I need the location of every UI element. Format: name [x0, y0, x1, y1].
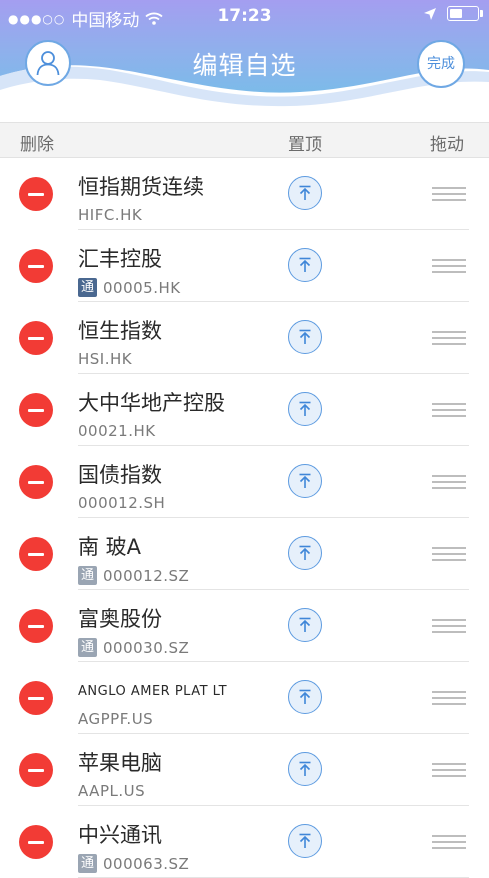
- location-arrow-icon: [424, 7, 436, 20]
- stock-code: 00005.HK: [103, 278, 181, 297]
- stock-name: ANGLO AMER PLAT LT: [78, 684, 228, 699]
- battery-icon: [447, 6, 483, 21]
- stock-row: 恒指期货连续 HIFC.HK: [0, 158, 489, 230]
- stock-name: 富奥股份: [78, 607, 162, 631]
- stock-connect-badge: 通: [78, 566, 97, 585]
- stock-code: 000012.SH: [78, 494, 166, 512]
- pin-to-top-icon: [299, 401, 311, 416]
- watchlist: 恒指期货连续 HIFC.HK 汇丰控股 通 00005.HK 恒生指数 HSI.…: [0, 158, 489, 878]
- stock-code: HIFC.HK: [78, 206, 143, 224]
- drag-handle-icon[interactable]: [432, 475, 466, 489]
- pin-to-top-icon: [299, 185, 311, 200]
- stock-row: 国债指数 000012.SH: [0, 446, 489, 518]
- stock-row: 汇丰控股 通 00005.HK: [0, 230, 489, 302]
- pin-to-top-icon: [299, 761, 311, 776]
- pin-to-top-button[interactable]: [288, 320, 322, 354]
- stock-code: HSI.HK: [78, 350, 133, 368]
- pin-to-top-button[interactable]: [288, 248, 322, 282]
- drag-handle-icon[interactable]: [432, 403, 466, 417]
- pin-to-top-button[interactable]: [288, 536, 322, 570]
- stock-code: 000063.SZ: [103, 854, 190, 873]
- stock-name: 中兴通讯: [78, 823, 162, 847]
- stock-row: 南 玻A 通 000012.SZ: [0, 518, 489, 590]
- status-time: 17:23: [217, 6, 272, 26]
- stock-row: 富奥股份 通 000030.SZ: [0, 590, 489, 662]
- stock-code: 00021.HK: [78, 422, 156, 440]
- pin-to-top-button[interactable]: [288, 176, 322, 210]
- done-button[interactable]: 完成: [417, 40, 465, 88]
- delete-button[interactable]: [19, 321, 53, 355]
- stock-name: 恒生指数: [78, 319, 162, 343]
- drag-handle-icon[interactable]: [432, 691, 466, 705]
- pin-to-top-button[interactable]: [288, 464, 322, 498]
- stock-connect-badge: 通: [78, 278, 97, 297]
- stock-code-line: 通 000012.SZ: [78, 566, 189, 585]
- drag-handle-icon[interactable]: [432, 835, 466, 849]
- pin-to-top-icon: [299, 833, 311, 848]
- delete-button[interactable]: [19, 393, 53, 427]
- stock-connect-badge: 通: [78, 638, 97, 657]
- pin-to-top-button[interactable]: [288, 608, 322, 642]
- stock-name: 汇丰控股: [78, 247, 162, 271]
- stock-row: 中兴通讯 通 000063.SZ: [0, 806, 489, 878]
- stock-code-line: 000012.SH: [78, 494, 165, 512]
- pin-to-top-icon: [299, 617, 311, 632]
- stock-row: 大中华地产控股 00021.HK: [0, 374, 489, 446]
- stock-name: 国债指数: [78, 463, 162, 487]
- stock-code: 000030.SZ: [103, 638, 190, 657]
- pin-to-top-icon: [299, 473, 311, 488]
- delete-button[interactable]: [19, 681, 53, 715]
- stock-code-line: AGPPF.US: [78, 710, 153, 728]
- drag-handle-icon[interactable]: [432, 259, 466, 273]
- pin-to-top-icon: [299, 545, 311, 560]
- pin-to-top-button[interactable]: [288, 680, 322, 714]
- column-header-bar: 删除 置顶 拖动: [0, 122, 489, 158]
- stock-code-line: 通 000063.SZ: [78, 854, 189, 873]
- drag-handle-icon[interactable]: [432, 547, 466, 561]
- drag-handle-icon[interactable]: [432, 187, 466, 201]
- drag-handle-icon[interactable]: [432, 619, 466, 633]
- delete-button[interactable]: [19, 825, 53, 859]
- delete-button[interactable]: [19, 177, 53, 211]
- stock-name: 恒指期货连续: [78, 175, 204, 199]
- pin-to-top-icon: [299, 329, 311, 344]
- stock-code: 000012.SZ: [103, 566, 190, 585]
- delete-button[interactable]: [19, 465, 53, 499]
- stock-code-line: HIFC.HK: [78, 206, 142, 224]
- stock-name: 大中华地产控股: [78, 391, 225, 415]
- column-pin-label: 置顶: [288, 135, 322, 155]
- stock-code-line: 00021.HK: [78, 422, 156, 440]
- stock-connect-badge: 通: [78, 854, 97, 873]
- stock-code: AGPPF.US: [78, 710, 154, 728]
- nav-header: ●●●○○ 中国移动 17:23 编辑自选 完成: [0, 0, 489, 122]
- delete-button[interactable]: [19, 609, 53, 643]
- delete-button[interactable]: [19, 753, 53, 787]
- stock-name: 苹果电脑: [78, 751, 162, 775]
- pin-to-top-button[interactable]: [288, 392, 322, 426]
- stock-code-line: AAPL.US: [78, 782, 145, 800]
- page-title: 编辑自选: [192, 51, 297, 80]
- delete-button[interactable]: [19, 249, 53, 283]
- drag-handle-icon[interactable]: [432, 331, 466, 345]
- pin-to-top-icon: [299, 257, 311, 272]
- drag-handle-icon[interactable]: [432, 763, 466, 777]
- stock-name: 南 玻A: [78, 535, 142, 559]
- stock-code-line: HSI.HK: [78, 350, 132, 368]
- stock-row: ANGLO AMER PLAT LT AGPPF.US: [0, 662, 489, 734]
- pin-to-top-button[interactable]: [288, 752, 322, 786]
- column-drag-label: 拖动: [430, 135, 464, 155]
- stock-code-line: 通 000030.SZ: [78, 638, 189, 657]
- stock-code: AAPL.US: [78, 782, 146, 800]
- pin-to-top-icon: [299, 689, 311, 704]
- status-bar: ●●●○○ 中国移动 17:23: [0, 0, 489, 32]
- delete-button[interactable]: [19, 537, 53, 571]
- pin-to-top-button[interactable]: [288, 824, 322, 858]
- stock-row: 苹果电脑 AAPL.US: [0, 734, 489, 806]
- column-delete-label: 删除: [20, 135, 54, 155]
- stock-code-line: 通 00005.HK: [78, 278, 181, 297]
- stock-row: 恒生指数 HSI.HK: [0, 302, 489, 374]
